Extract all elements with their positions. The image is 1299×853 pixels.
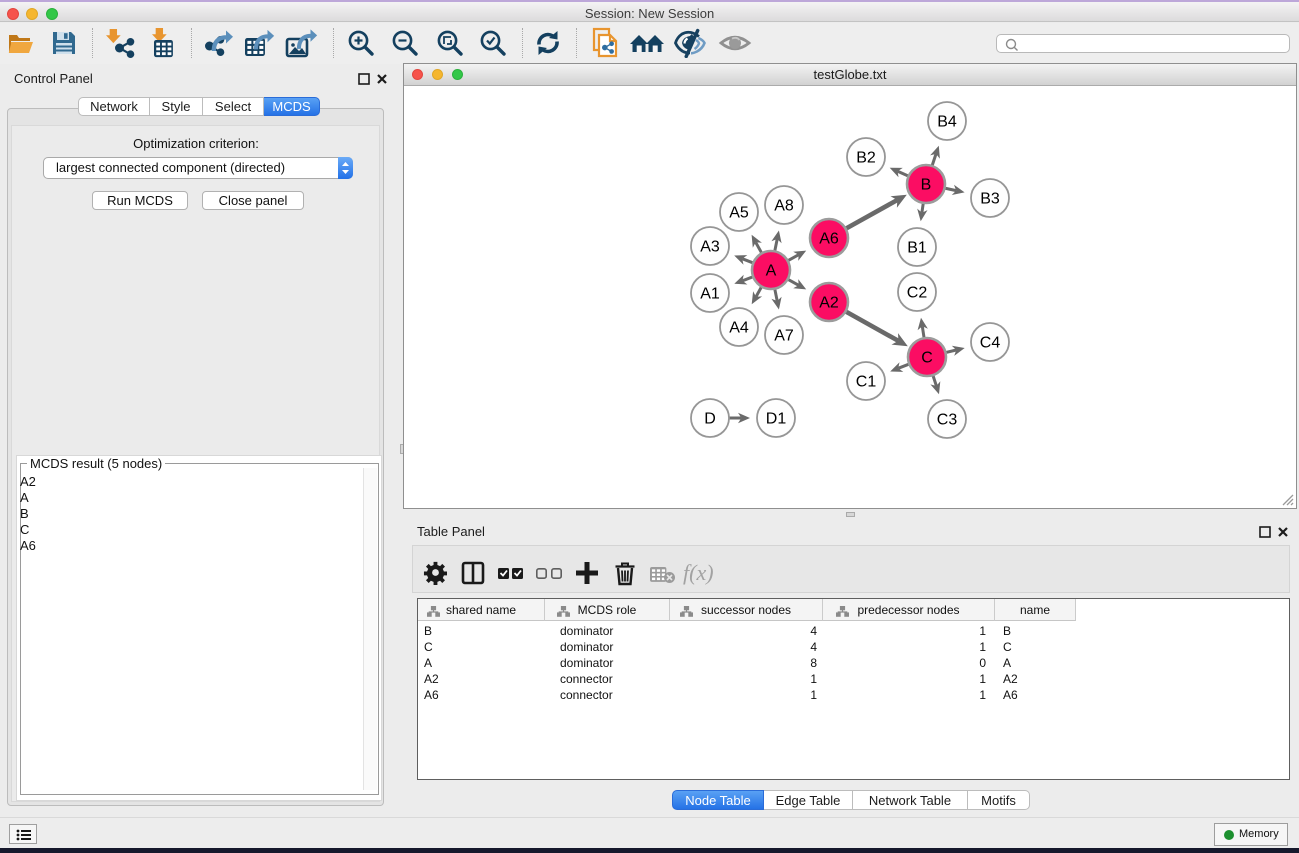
svg-text:C4: C4	[980, 335, 1001, 352]
svg-text:B4: B4	[937, 114, 957, 131]
svg-text:f(x): f(x)	[683, 560, 714, 585]
svg-text:A2: A2	[819, 295, 839, 312]
svg-text:D1: D1	[766, 411, 787, 428]
svg-text:B1: B1	[907, 240, 927, 257]
svg-text:C1: C1	[856, 374, 877, 391]
svg-text:A6: A6	[819, 231, 839, 248]
svg-text:A: A	[766, 263, 777, 280]
svg-text:B2: B2	[856, 150, 876, 167]
svg-text:A7: A7	[774, 328, 794, 345]
svg-text:A1: A1	[700, 286, 720, 303]
svg-text:A8: A8	[774, 198, 794, 215]
svg-text:B3: B3	[980, 191, 1000, 208]
svg-text:C: C	[921, 350, 933, 367]
svg-text:D: D	[704, 411, 716, 428]
svg-text:A4: A4	[729, 320, 749, 337]
svg-text:B: B	[921, 177, 932, 194]
svg-text:C3: C3	[937, 412, 958, 429]
svg-text:C2: C2	[907, 285, 928, 302]
svg-text:A5: A5	[729, 205, 749, 222]
svg-text:A3: A3	[700, 239, 720, 256]
